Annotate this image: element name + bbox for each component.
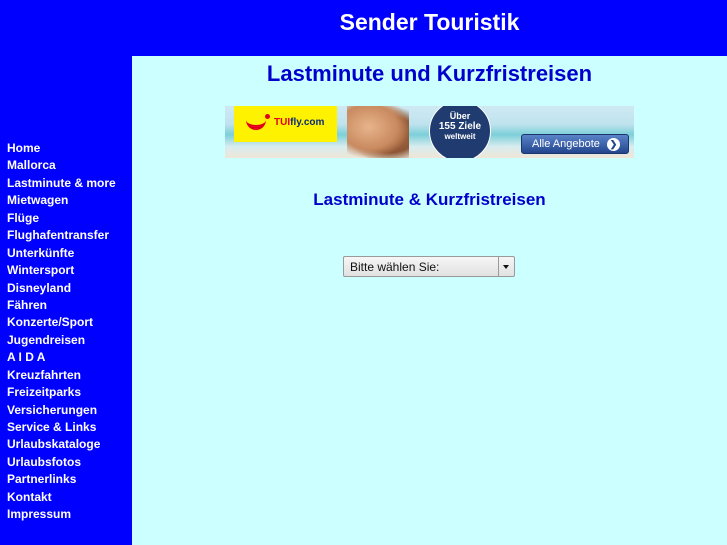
nav-item-faehren: Fähren [7, 296, 116, 313]
nav-item-urlaubskataloge: Urlaubskataloge [7, 435, 116, 452]
tui-smile-icon [246, 116, 266, 130]
nav-item-kreuzfahrten: Kreuzfahrten [7, 366, 116, 383]
nav-item-versicherungen: Versicherungen [7, 401, 116, 418]
nav-item-partnerlinks: Partnerlinks [7, 470, 116, 487]
nav-item-jugendreisen: Jugendreisen [7, 331, 116, 348]
tui-dot-icon [265, 114, 270, 119]
badge-line-3: weltweit [444, 132, 476, 141]
nav-item-urlaubsfotos: Urlaubsfotos [7, 453, 116, 470]
main-content: Lastminute und Kurzfristreisen TUIfly.co… [132, 56, 727, 545]
destination-select[interactable]: Bitte wählen Sie: [343, 256, 515, 277]
nav-item-home: Home [7, 139, 116, 156]
nav-link[interactable]: Kontakt [7, 490, 52, 504]
nav-item-flughafentransfer: Flughafentransfer [7, 226, 116, 243]
nav-link[interactable]: Urlaubskataloge [7, 437, 100, 451]
nav-link[interactable]: Kreuzfahrten [7, 368, 81, 382]
nav-link[interactable]: Impressum [7, 507, 71, 521]
nav-item-lastminute: Lastminute & more [7, 174, 116, 191]
nav-link[interactable]: Jugendreisen [7, 333, 85, 347]
section-subtitle: Lastminute & Kurzfristreisen [313, 190, 546, 209]
nav-link[interactable]: Mietwagen [7, 193, 68, 207]
nav-link[interactable]: Home [7, 141, 40, 155]
sidebar: Home Mallorca Lastminute & more Mietwage… [0, 56, 132, 545]
brand-prefix: TUI [274, 117, 291, 128]
nav-item-disneyland: Disneyland [7, 279, 116, 296]
nav-item-aida: A I D A [7, 348, 116, 365]
nav-item-impressum: Impressum [7, 505, 116, 522]
nav-link[interactable]: Service & Links [7, 420, 96, 434]
nav-item-mietwagen: Mietwagen [7, 191, 116, 208]
select-value: Bitte wählen Sie: [350, 260, 440, 274]
nav-item-service-links: Service & Links [7, 418, 116, 435]
destinations-badge: Über 155 Ziele weltweit [429, 106, 491, 158]
badge-line-2: 155 Ziele [438, 121, 482, 132]
brand-suffix: fly.com [290, 117, 325, 128]
nav-link[interactable]: Freizeitparks [7, 385, 81, 399]
tuifly-brand-text: TUIfly.com [274, 117, 324, 128]
nav-link[interactable]: Wintersport [7, 263, 74, 277]
nav-link[interactable]: Mallorca [7, 158, 56, 172]
badge-line-1: Über [449, 111, 471, 121]
nav-link[interactable]: Flüge [7, 211, 39, 225]
nav-link[interactable]: Urlaubsfotos [7, 455, 81, 469]
nav-item-unterkuenfte: Unterkünfte [7, 244, 116, 261]
nav-item-kontakt: Kontakt [7, 488, 116, 505]
nav-item-wintersport: Wintersport [7, 261, 116, 278]
site-title: Sender Touristik [339, 9, 520, 35]
nav-item-mallorca: Mallorca [7, 156, 116, 173]
nav-link[interactable]: Partnerlinks [7, 472, 76, 486]
chevron-right-icon: ❯ [607, 138, 620, 151]
nav-item-fluege: Flüge [7, 209, 116, 226]
all-offers-button[interactable]: Alle Angebote ❯ [521, 134, 629, 154]
tuifly-ad-banner[interactable]: TUIfly.com Über 155 Ziele weltweit Alle … [225, 106, 634, 158]
nav-item-konzerte-sport: Konzerte/Sport [7, 313, 116, 330]
nav-link[interactable]: Versicherungen [7, 403, 97, 417]
nav-link[interactable]: Disneyland [7, 281, 71, 295]
tuifly-logo: TUIfly.com [234, 106, 337, 142]
nav-link[interactable]: Fähren [7, 298, 47, 312]
nav-menu: Home Mallorca Lastminute & more Mietwage… [7, 139, 116, 523]
nav-link[interactable]: A I D A [7, 350, 45, 364]
nav-link[interactable]: Unterkünfte [7, 246, 74, 260]
nav-link[interactable]: Flughafentransfer [7, 228, 109, 242]
nav-link[interactable]: Lastminute & more [7, 176, 116, 190]
nav-item-freizeitparks: Freizeitparks [7, 383, 116, 400]
nav-link[interactable]: Konzerte/Sport [7, 315, 93, 329]
beach-couple-image [347, 106, 409, 158]
dropdown-arrow-icon[interactable] [498, 257, 514, 276]
header: Sender Touristik [0, 0, 727, 56]
all-offers-label: Alle Angebote [532, 138, 600, 150]
page-title: Lastminute und Kurzfristreisen [266, 61, 593, 86]
